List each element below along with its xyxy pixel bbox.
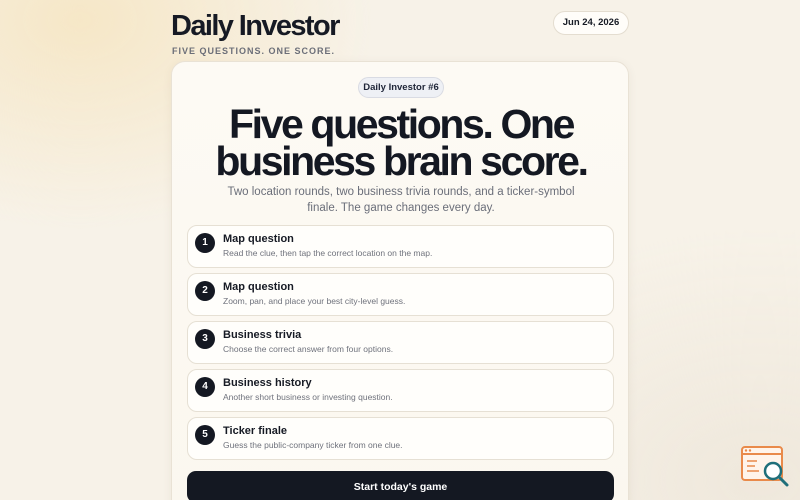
step-number: 3 bbox=[195, 329, 215, 349]
step-description: Zoom, pan, and place your best city-leve… bbox=[223, 296, 406, 306]
step-item-1: 1 Map question Read the clue, then tap t… bbox=[187, 225, 614, 268]
step-title: Map question bbox=[223, 281, 294, 293]
step-item-3: 3 Business trivia Choose the correct ans… bbox=[187, 321, 614, 364]
step-title: Map question bbox=[223, 233, 294, 245]
step-number: 5 bbox=[195, 425, 215, 445]
step-description: Guess the public-company ticker from one… bbox=[223, 440, 403, 450]
page-subtitle: Two location rounds, two business trivia… bbox=[227, 186, 575, 214]
date-badge: Jun 24, 2026 bbox=[553, 11, 629, 35]
step-list: 1 Map question Read the clue, then tap t… bbox=[187, 225, 614, 465]
brand-title[interactable]: Daily Investor bbox=[171, 9, 340, 43]
step-number: 2 bbox=[195, 281, 215, 301]
step-description: Choose the correct answer from four opti… bbox=[223, 344, 394, 354]
step-description: Read the clue, then tap the correct loca… bbox=[223, 248, 433, 258]
step-number: 4 bbox=[195, 377, 215, 397]
start-game-button[interactable]: Start today's game bbox=[187, 471, 614, 500]
step-item-2: 2 Map question Zoom, pan, and place your… bbox=[187, 273, 614, 316]
edition-badge: Daily Investor #6 bbox=[358, 77, 444, 98]
step-title: Business trivia bbox=[223, 329, 302, 341]
brand-tagline: FIVE QUESTIONS. ONE SCORE. bbox=[172, 46, 336, 56]
step-number: 1 bbox=[195, 233, 215, 253]
step-description: Another short business or investing ques… bbox=[223, 392, 393, 402]
intro-card: Daily Investor #6 Five questions. One bu… bbox=[171, 61, 629, 500]
step-title: Ticker finale bbox=[223, 425, 287, 437]
page-headline: Five questions. One business brain score… bbox=[172, 104, 630, 184]
step-item-5: 5 Ticker finale Guess the public-company… bbox=[187, 417, 614, 460]
step-title: Business history bbox=[223, 377, 312, 389]
site-header: Daily Investor FIVE QUESTIONS. ONE SCORE… bbox=[171, 6, 631, 56]
browser-magnifier-icon bbox=[741, 446, 789, 487]
headline-line-2: business brain score. bbox=[215, 138, 589, 184]
step-item-4: 4 Business history Another short busines… bbox=[187, 369, 614, 412]
